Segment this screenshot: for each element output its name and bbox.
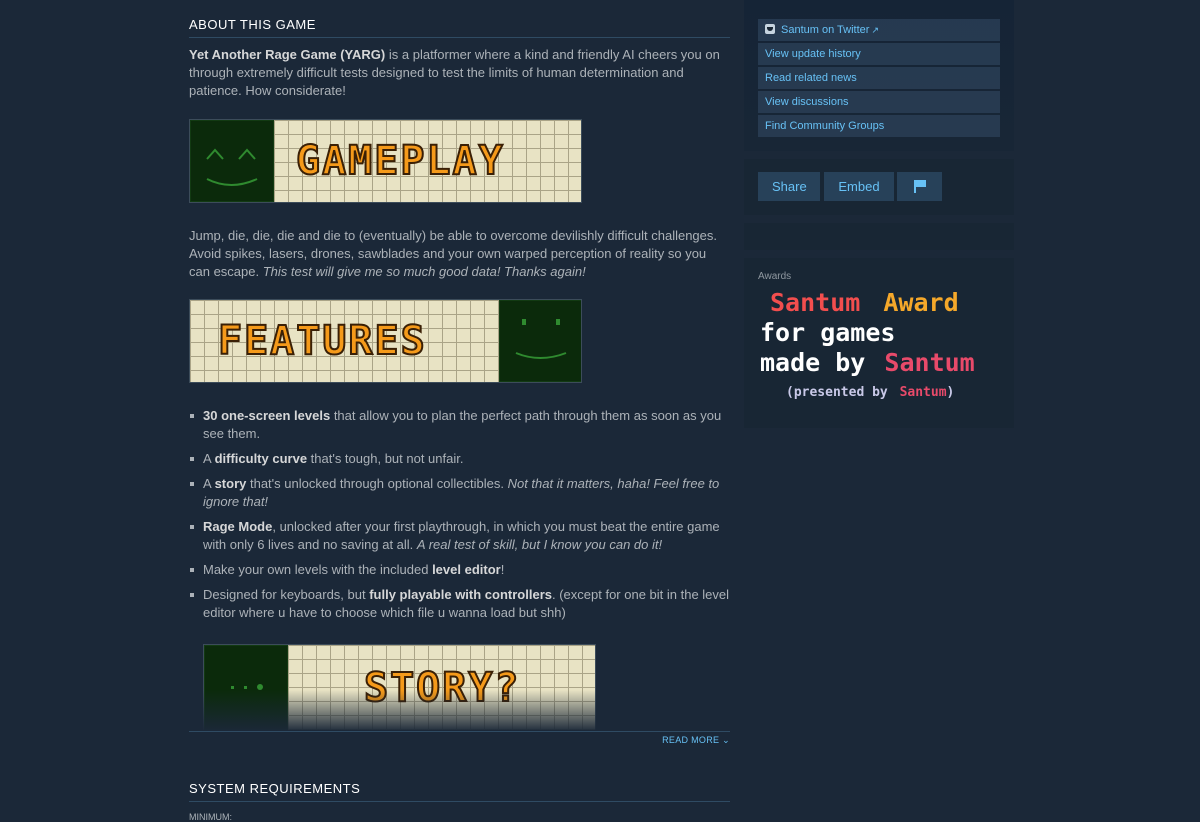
award-santum-2: Santum xyxy=(884,348,975,377)
game-name: Yet Another Rage Game (YARG) xyxy=(189,47,386,62)
share-button[interactable]: Share xyxy=(758,172,820,201)
about-section-title: ABOUT THIS GAME xyxy=(189,17,730,38)
award-paren: ) xyxy=(946,385,955,400)
read-more-label: READ MORE xyxy=(662,735,720,745)
read-more-fade xyxy=(189,690,730,732)
features-list: 30 one-screen levels that allow you to p… xyxy=(189,407,730,629)
twitter-icon xyxy=(765,24,775,34)
external-link-icon: ↗ xyxy=(871,25,879,35)
list-item: Rage Mode, unlocked after your first pla… xyxy=(189,518,730,554)
gameplay-heading: GAMEPLAY xyxy=(295,137,505,185)
features-banner: FEATURES xyxy=(189,299,582,383)
list-item: A difficulty curve that's tough, but not… xyxy=(189,450,730,468)
award-badge: Santum Award for games made by Santum (p… xyxy=(758,286,1000,414)
twitter-link[interactable]: Santum on Twitter ↗ xyxy=(758,19,1000,41)
list-item: 30 one-screen levels that allow you to p… xyxy=(189,407,730,443)
embed-button[interactable]: Embed xyxy=(824,172,894,201)
award-santum-3: Santum xyxy=(899,385,947,400)
report-button[interactable] xyxy=(897,172,942,201)
read-more-link[interactable]: READ MORE ⌄ xyxy=(662,735,730,746)
award-word: Award xyxy=(883,288,959,317)
smiley-face-icon xyxy=(190,120,274,202)
features-heading: FEATURES xyxy=(217,317,427,365)
related-news-link[interactable]: Read related news xyxy=(758,67,1000,89)
chevron-down-icon: ⌄ xyxy=(722,735,730,745)
award-made-by: made by xyxy=(760,348,866,377)
about-paragraph-2-italic: This test will give me so much good data… xyxy=(262,264,586,279)
awards-panel: Awards Santum Award for games made by Sa… xyxy=(744,258,1014,428)
update-history-link[interactable]: View update history xyxy=(758,43,1000,65)
award-line-2: for games xyxy=(760,318,896,347)
community-groups-link[interactable]: Find Community Groups xyxy=(758,115,1000,137)
discussions-link[interactable]: View discussions xyxy=(758,91,1000,113)
list-item: Make your own levels with the included l… xyxy=(189,561,730,579)
gameplay-banner: GAMEPLAY xyxy=(189,119,582,203)
about-paragraph-1: Yet Another Rage Game (YARG) is a platfo… xyxy=(189,46,730,100)
divider xyxy=(189,731,730,732)
awards-label: Awards xyxy=(758,271,792,282)
about-paragraph-2: Jump, die, die, die and die to (eventual… xyxy=(189,227,730,281)
minimum-label: MINIMUM: xyxy=(189,812,232,822)
award-santum-1: Santum xyxy=(770,288,861,317)
twitter-link-label: Santum on Twitter xyxy=(781,24,870,36)
empty-panel xyxy=(744,223,1014,250)
share-panel: Share Embed xyxy=(744,159,1014,215)
award-presented-by: (presented by xyxy=(786,385,888,400)
links-panel: Santum on Twitter ↗ View update history R… xyxy=(744,0,1014,151)
smiley-face-icon xyxy=(499,300,581,382)
system-requirements-title: SYSTEM REQUIREMENTS xyxy=(189,781,730,802)
flag-icon xyxy=(913,180,926,193)
list-item: A story that's unlocked through optional… xyxy=(189,475,730,511)
list-item: Designed for keyboards, but fully playab… xyxy=(189,586,730,622)
